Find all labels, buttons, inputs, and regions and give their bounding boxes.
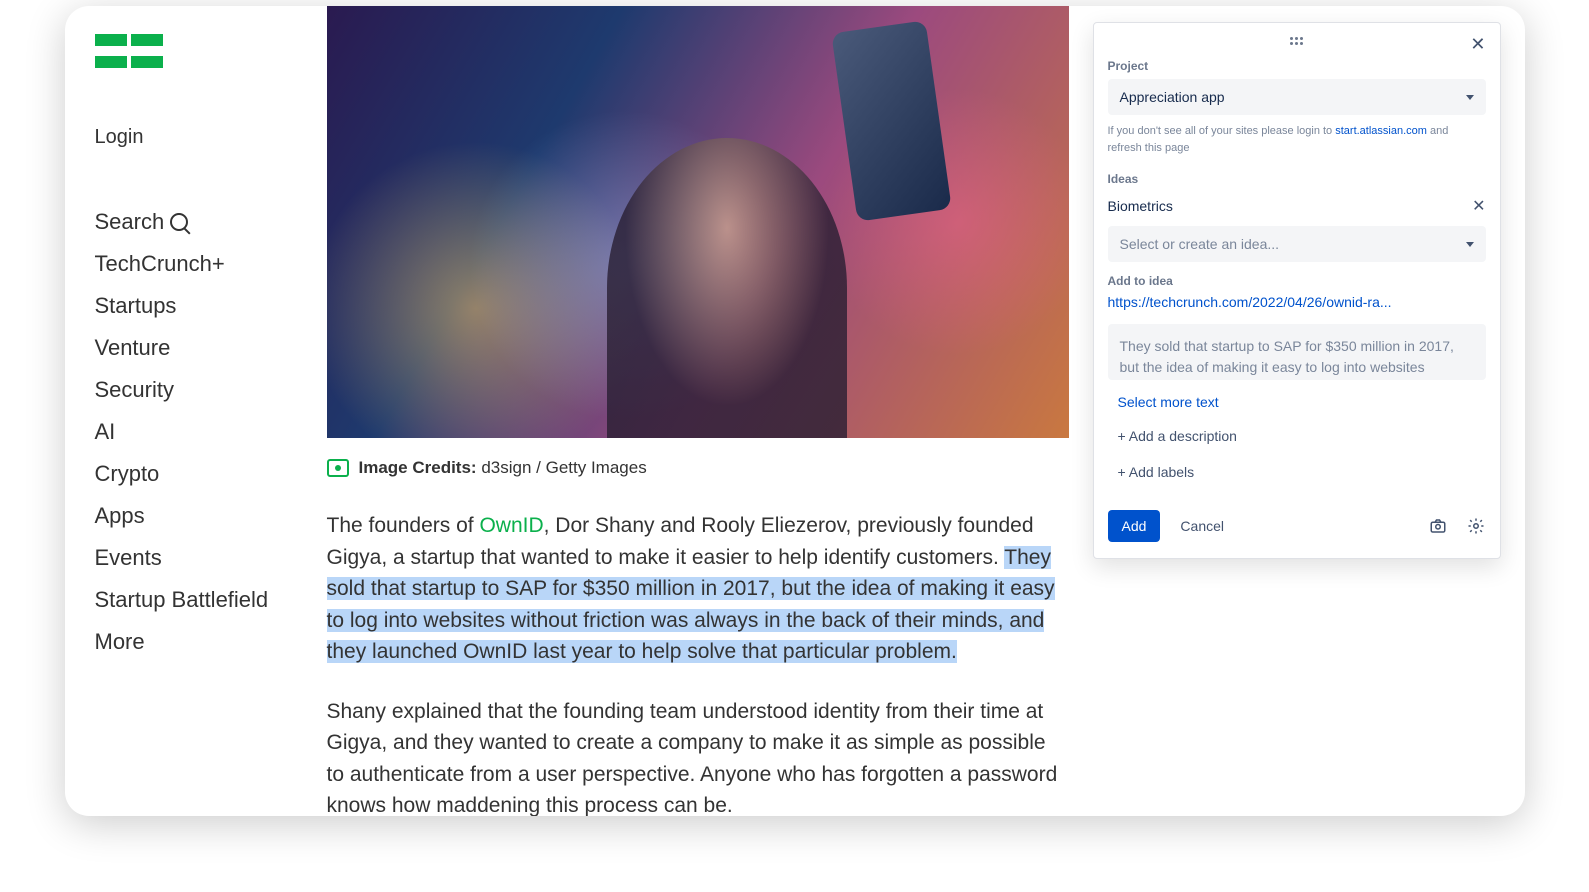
sidebar-item-label: Venture: [95, 335, 171, 361]
sidebar-item-label: Crypto: [95, 461, 160, 487]
add-button[interactable]: Add: [1108, 510, 1161, 542]
ideas-label: Ideas: [1108, 172, 1486, 186]
sidebar-item-apps[interactable]: Apps: [95, 495, 287, 537]
add-description-link[interactable]: + Add a description: [1108, 418, 1486, 454]
sidebar-item-startup-battlefield[interactable]: Startup Battlefield: [95, 579, 287, 621]
article-paragraph-1: The founders of OwnID, Dor Shany and Roo…: [327, 510, 1069, 668]
logo[interactable]: [95, 34, 287, 68]
credits-value: d3sign / Getty Images: [481, 458, 646, 477]
remove-idea-icon[interactable]: ✕: [1472, 196, 1485, 216]
article-hero-image: [327, 6, 1069, 438]
sidebar-item-venture[interactable]: Venture: [95, 327, 287, 369]
sidebar-item-security[interactable]: Security: [95, 369, 287, 411]
idea-chip-label: Biometrics: [1108, 198, 1173, 214]
idea-placeholder: Select or create an idea...: [1120, 236, 1280, 252]
idea-select[interactable]: Select or create an idea...: [1108, 226, 1486, 262]
add-to-idea-label: Add to idea: [1108, 274, 1486, 288]
project-label: Project: [1108, 59, 1486, 73]
project-select[interactable]: Appreciation app: [1108, 79, 1486, 115]
sidebar-item-ai[interactable]: AI: [95, 411, 287, 453]
ownid-link[interactable]: OwnID: [479, 514, 543, 537]
sidebar-item-label: Security: [95, 377, 174, 403]
sidebar-item-label: Search: [95, 209, 165, 235]
sidebar-item-label: Startup Battlefield: [95, 587, 269, 613]
sidebar-item-label: More: [95, 629, 145, 655]
sidebar-item-label: Events: [95, 545, 162, 571]
project-selected-value: Appreciation app: [1120, 89, 1225, 105]
select-more-text-link[interactable]: Select more text: [1108, 380, 1486, 418]
sidebar-item-label: Apps: [95, 503, 145, 529]
sidebar-item-crypto[interactable]: Crypto: [95, 453, 287, 495]
article-paragraph-2: Shany explained that the founding team u…: [327, 696, 1069, 817]
sidebar-item-label: AI: [95, 419, 116, 445]
source-url-link[interactable]: https://techcrunch.com/2022/04/26/ownid-…: [1108, 294, 1486, 310]
screenshot-icon[interactable]: [1428, 517, 1448, 535]
chevron-down-icon: [1466, 242, 1474, 247]
sidebar-item-search[interactable]: Search: [95, 201, 287, 243]
snippet-preview: They sold that startup to SAP for $350 m…: [1108, 324, 1486, 380]
close-icon[interactable]: ✕: [1470, 35, 1485, 53]
sidebar-item-startups[interactable]: Startups: [95, 285, 287, 327]
idea-chip: Biometrics ✕: [1108, 192, 1486, 226]
gear-icon[interactable]: [1466, 517, 1486, 535]
sidebar-item-label: TechCrunch+: [95, 251, 225, 277]
chevron-down-icon: [1466, 95, 1474, 100]
sidebar-item-techcrunchplus[interactable]: TechCrunch+: [95, 243, 287, 285]
project-hint: If you don't see all of your sites pleas…: [1108, 123, 1486, 156]
sidebar-item-events[interactable]: Events: [95, 537, 287, 579]
atlassian-link[interactable]: start.atlassian.com: [1335, 125, 1427, 137]
search-icon: [170, 213, 188, 231]
sidebar-item-label: Startups: [95, 293, 177, 319]
camera-icon: [327, 459, 349, 477]
login-link[interactable]: Login: [95, 126, 287, 149]
add-labels-link[interactable]: + Add labels: [1108, 454, 1486, 490]
drag-handle-icon[interactable]: [1290, 37, 1303, 45]
cancel-button[interactable]: Cancel: [1166, 510, 1238, 542]
credits-label: Image Credits:: [359, 458, 477, 477]
sidebar-item-more[interactable]: More: [95, 621, 287, 663]
extension-panel: ✕ Project Appreciation app If you don't …: [1093, 22, 1501, 559]
